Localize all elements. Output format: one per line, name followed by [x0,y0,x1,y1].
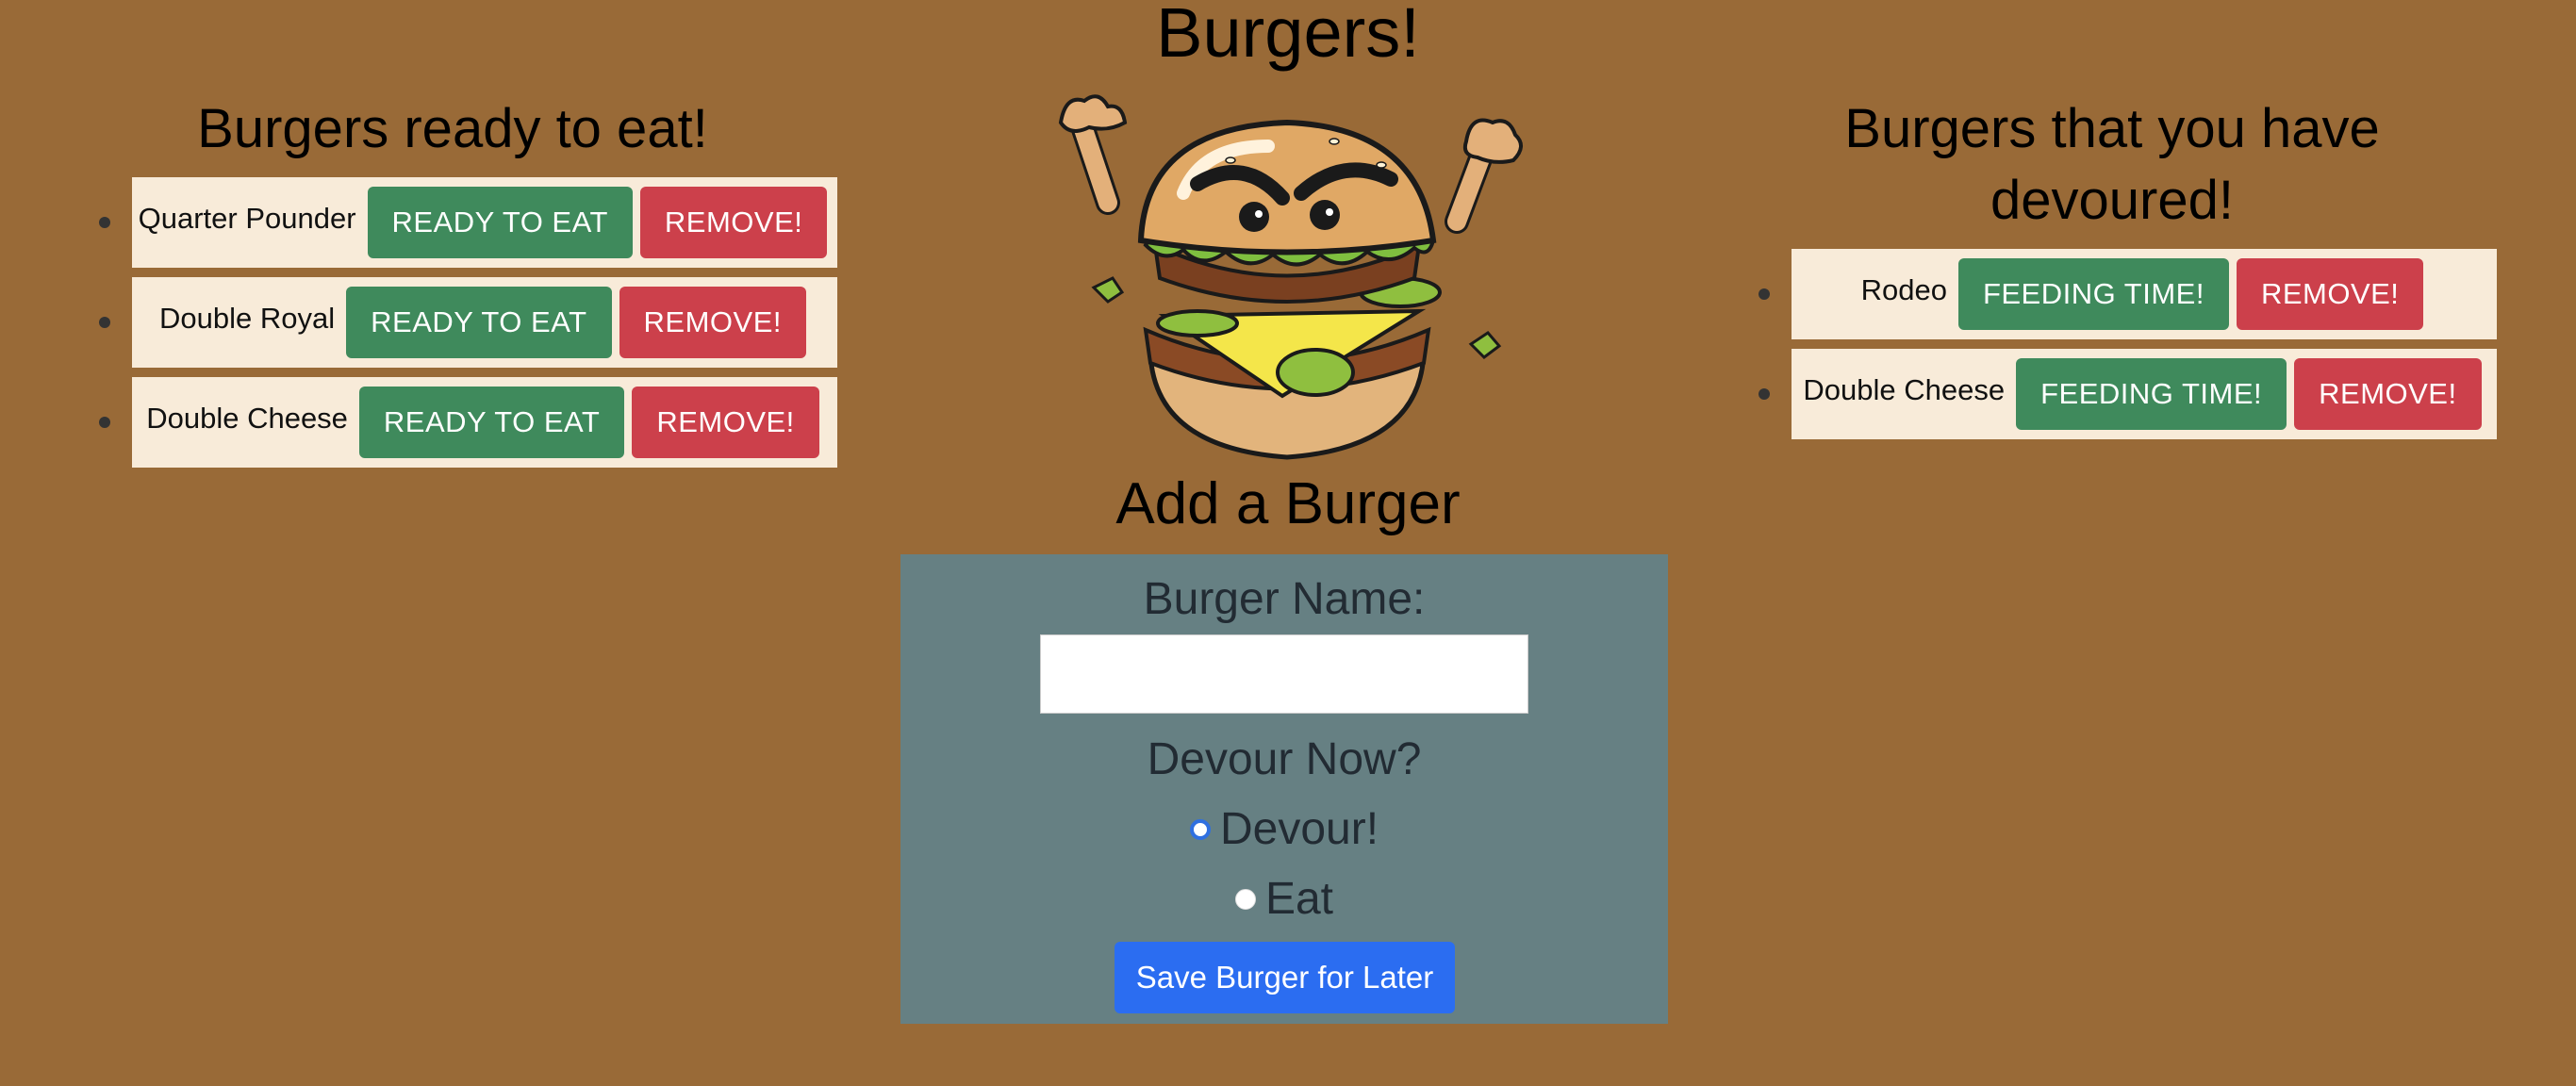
radio-unchecked-icon[interactable] [1234,889,1256,910]
bullet-icon [99,417,110,428]
bullet-icon [1759,288,1770,300]
burger-name-input[interactable] [1040,634,1528,714]
remove-button[interactable]: REMOVE! [632,387,819,458]
ready-to-eat-button[interactable]: READY TO EAT [367,187,633,258]
burger-card: Double Royal READY TO EAT REMOVE! [132,277,837,368]
burger-name: Quarter Pounder [138,202,356,235]
devoured-list-title: Burgers that you have devoured! [1844,98,2380,231]
devour-now-label: Devour Now? [1147,734,1422,784]
burger-card: Quarter Pounder READY TO EAT REMOVE! [132,177,837,268]
bullet-icon [99,217,110,228]
ready-to-eat-button[interactable]: READY TO EAT [346,287,612,358]
burger-card: Double Cheese READY TO EAT REMOVE! [132,377,837,468]
bullet-icon [1759,388,1770,400]
burger-name-label: Burger Name: [1143,574,1426,624]
page-title: Burgers! [1156,0,1420,72]
ready-list-title: Burgers ready to eat! [197,98,708,159]
burger-name: Rodeo [1860,273,1947,306]
remove-button[interactable]: REMOVE! [619,287,806,358]
burger-name: Double Royal [159,302,336,335]
add-burger-form: Burger Name: Devour Now? Devour! Eat Sav… [900,554,1668,1024]
devour-option-label: Devour! [1219,804,1379,854]
save-burger-button[interactable]: Save Burger for Later [1115,942,1455,1013]
feeding-time-button[interactable]: FEEDING TIME! [2016,358,2287,430]
remove-button[interactable]: REMOVE! [639,187,828,258]
remove-button[interactable]: REMOVE! [2294,358,2482,430]
remove-button[interactable]: REMOVE! [2236,258,2424,330]
eat-option[interactable]: Eat [900,871,1668,928]
add-burger-title: Add a Burger [1115,471,1461,536]
burger-name: Double Cheese [146,402,348,435]
burger-card: Rodeo FEEDING TIME! REMOVE! [1792,249,2497,339]
eat-option-label: Eat [1264,874,1334,924]
angry-burger-mascot-icon [1058,94,1523,460]
ready-to-eat-button[interactable]: READY TO EAT [358,387,625,458]
devour-option[interactable]: Devour! [900,801,1668,858]
page: Burgers! Burgers ready to eat! Quarter P… [0,0,2576,1086]
burger-name: Double Cheese [1803,373,2006,406]
feeding-time-button[interactable]: FEEDING TIME! [1957,258,2229,330]
burger-card: Double Cheese FEEDING TIME! REMOVE! [1792,349,2497,439]
radio-checked-icon[interactable] [1189,819,1211,840]
bullet-icon [99,317,110,328]
